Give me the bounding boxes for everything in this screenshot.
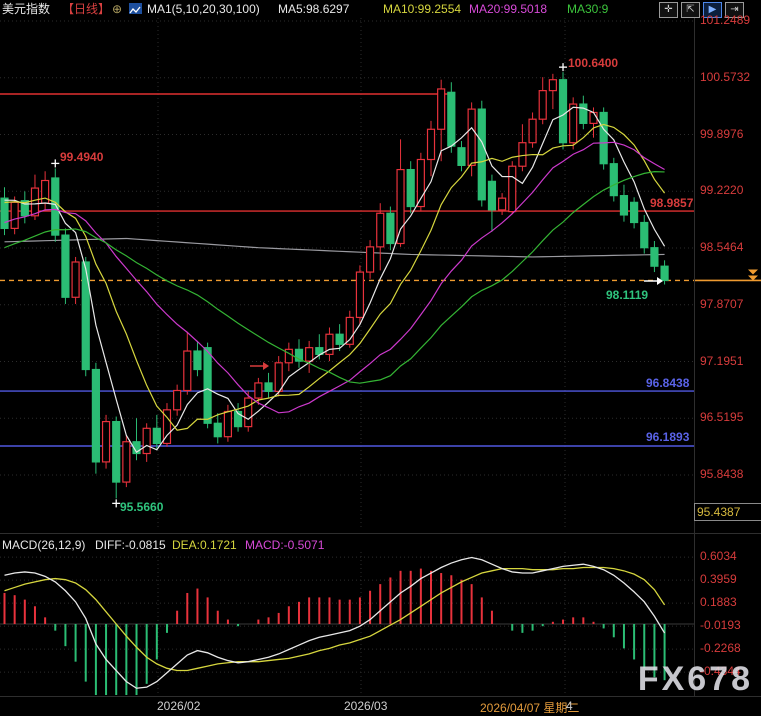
price-axis-divider[interactable] (694, 18, 695, 696)
xaxis-tick-mar: 2026/03 (344, 699, 387, 713)
chart-window: 美元指数 【日线】 ⊕ MA1(5,10,20,30,100) MA5:98.6… (0, 0, 761, 715)
xaxis-tick-apr-partial: 4 (566, 699, 573, 713)
macd-dea-value: DEA:0.1721 (172, 538, 237, 552)
macd-diff-value: DIFF:-0.0815 (95, 538, 166, 552)
fx678-watermark: FX678 (638, 660, 753, 699)
macd-value: MACD:-0.5071 (245, 538, 324, 552)
candlestick-chart-canvas[interactable] (0, 0, 761, 715)
xaxis-tick-feb: 2026/02 (157, 699, 200, 713)
price-axis-bottom-value: 95.4387 (694, 503, 761, 521)
xaxis-current-date: 2026/04/07 星期二 (480, 699, 579, 716)
macd-settings-label: MACD(26,12,9) (2, 538, 85, 552)
pane-divider[interactable] (0, 533, 761, 534)
